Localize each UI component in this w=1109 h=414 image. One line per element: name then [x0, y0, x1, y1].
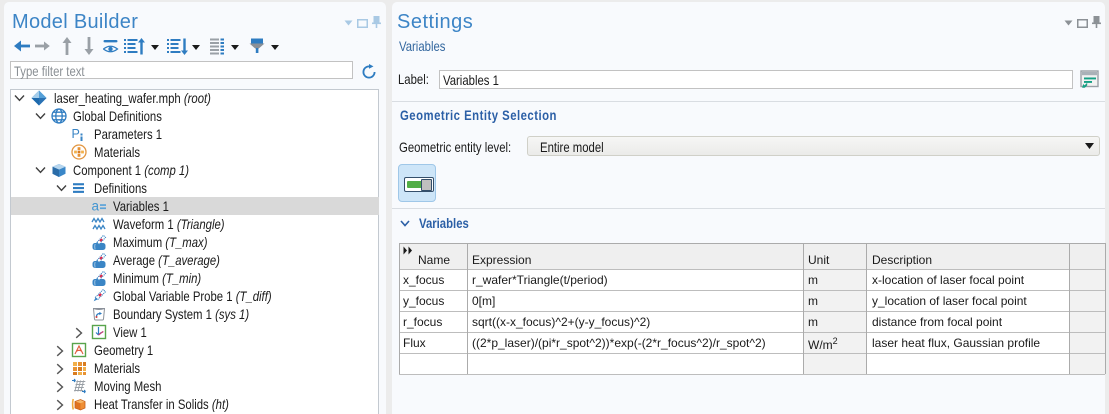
svg-text:P: P	[72, 127, 80, 141]
svg-text:a: a	[92, 199, 100, 214]
